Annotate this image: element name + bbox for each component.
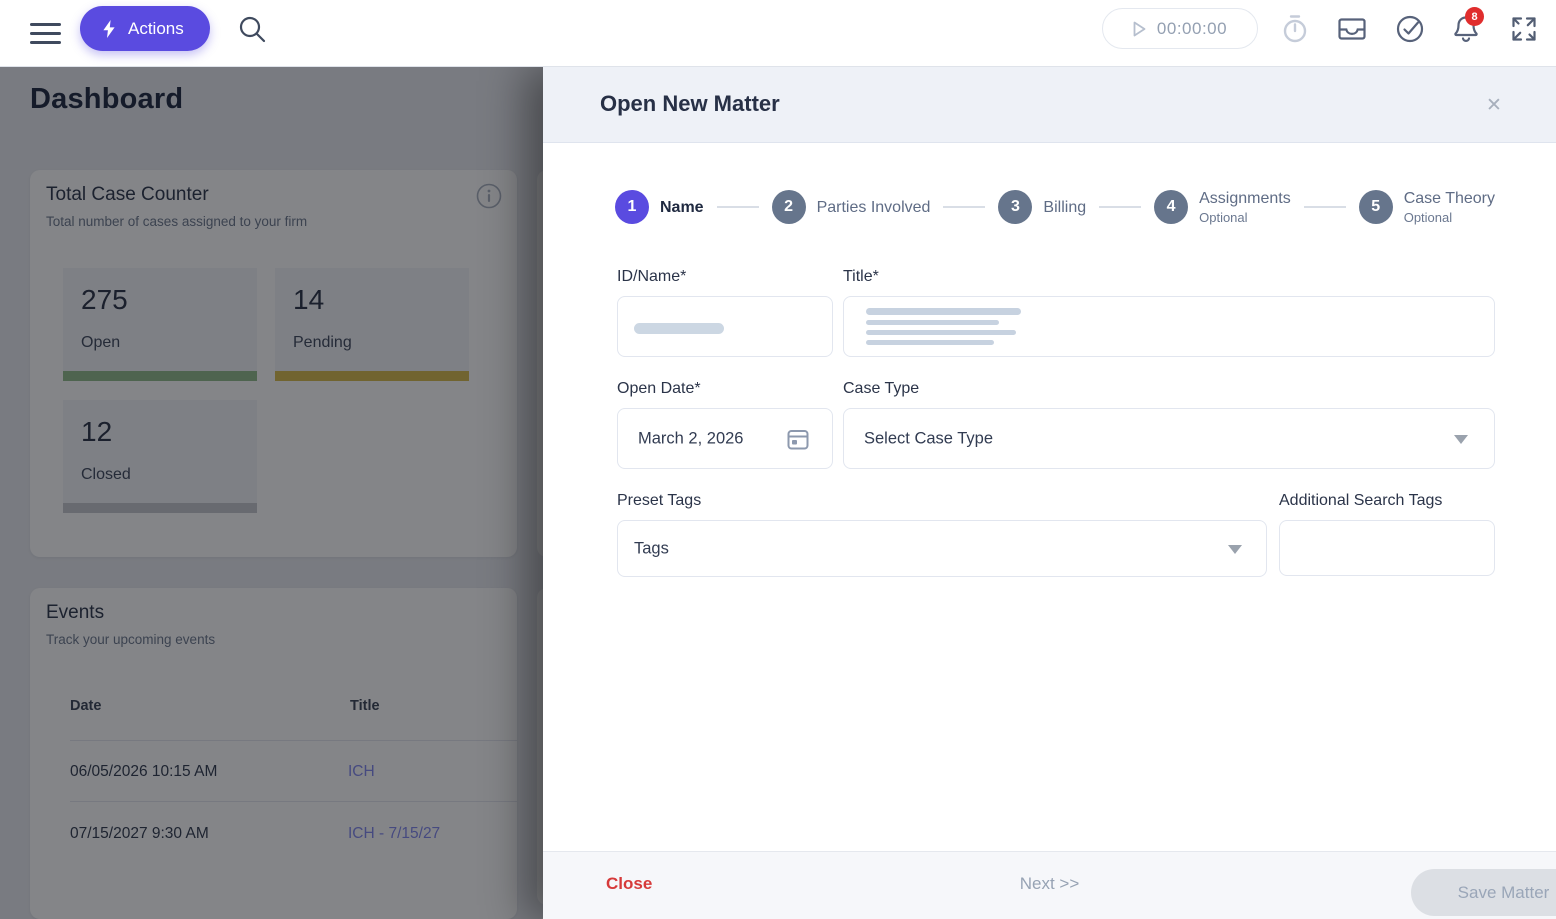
step-number: 2 [771,190,806,224]
open-date-input[interactable]: March 2, 2026 [617,408,833,469]
loading-skeleton-bar [866,320,999,325]
step-number: 5 [1358,190,1393,224]
play-icon[interactable] [1133,21,1146,37]
check-circle-icon[interactable] [1395,14,1425,44]
actions-button-label: Actions [128,18,184,38]
top-navigation-bar: Actions 00:00:00 8 [0,0,1556,67]
drawer-header: Open New Matter ✕ [543,67,1556,143]
loading-skeleton-bar [866,340,994,345]
lightning-bolt-icon [100,19,118,39]
loading-skeleton-bar [866,308,1021,315]
drawer-footer: Close Next >> Save Matter [543,851,1556,919]
step-label: Name [660,198,704,216]
timer-widget[interactable]: 00:00:00 [1102,8,1258,49]
loading-skeleton-bar [634,323,724,334]
open-date-label: Open Date* [617,380,701,397]
dashboard-page: Dashboard Total Case Counter Total numbe… [0,67,543,919]
additional-search-tags-label: Additional Search Tags [1279,492,1443,509]
step-optional-tag: Optional [1403,210,1453,225]
close-button[interactable]: Close [606,874,652,894]
preset-tags-select[interactable]: Tags [617,520,1267,577]
title-label: Title* [843,268,879,285]
step-label: Case Theory [1403,190,1496,207]
close-icon[interactable]: ✕ [1480,91,1508,119]
search-icon[interactable] [237,13,269,45]
wizard-stepper: 1 Name 2 Parties Involved 3 Billing 4 As… [615,186,1495,228]
step-assignments[interactable]: 4 Assignments Optional [1154,189,1291,225]
notification-count-badge: 8 [1465,7,1484,26]
step-connector [943,206,986,208]
fullscreen-expand-icon[interactable] [1510,14,1540,44]
step-billing[interactable]: 3 Billing [998,190,1086,224]
step-label: Assignments [1199,190,1291,207]
notifications-bell-icon[interactable]: 8 [1452,7,1484,44]
inbox-icon[interactable] [1337,14,1367,44]
step-connector [1303,206,1346,208]
step-optional-tag: Optional [1199,210,1248,225]
step-connector [1099,206,1142,208]
loading-skeleton-bar [866,330,1016,335]
additional-search-tags-input[interactable] [1279,520,1495,576]
modal-backdrop-overlay[interactable] [0,67,543,919]
case-type-placeholder: Select Case Type [864,429,994,447]
stopwatch-icon[interactable] [1281,14,1311,44]
step-number: 1 [615,190,649,224]
hamburger-menu-icon[interactable] [30,19,61,48]
case-type-select[interactable]: Select Case Type [843,408,1495,469]
open-new-matter-drawer: Open New Matter ✕ 1 Name 2 Parties Invol… [543,67,1556,919]
id-name-input[interactable] [617,296,833,357]
open-date-value: March 2, 2026 [638,429,744,447]
actions-button[interactable]: Actions [80,6,210,51]
case-type-label: Case Type [843,380,920,397]
title-input[interactable] [843,296,1495,357]
chevron-down-icon [1454,435,1468,444]
step-connector [716,206,759,208]
chevron-down-icon [1228,545,1242,554]
step-case-theory[interactable]: 5 Case Theory Optional [1358,189,1496,225]
drawer-title: Open New Matter [600,91,780,116]
step-number: 3 [998,190,1033,224]
app-window: Actions 00:00:00 8 Dashboar [0,0,1556,919]
timer-value: 00:00:00 [1156,18,1228,38]
step-name[interactable]: 1 Name [615,190,704,224]
id-name-label: ID/Name* [617,268,687,285]
step-parties-involved[interactable]: 2 Parties Involved [771,190,931,224]
step-number: 4 [1154,190,1189,224]
save-matter-button[interactable]: Save Matter [1411,869,1556,916]
preset-tags-placeholder: Tags [634,539,669,557]
step-label: Parties Involved [816,198,931,216]
next-button[interactable]: Next >> [1020,874,1080,894]
preset-tags-label: Preset Tags [617,492,702,509]
step-label: Billing [1043,198,1087,216]
calendar-icon[interactable] [786,427,810,451]
